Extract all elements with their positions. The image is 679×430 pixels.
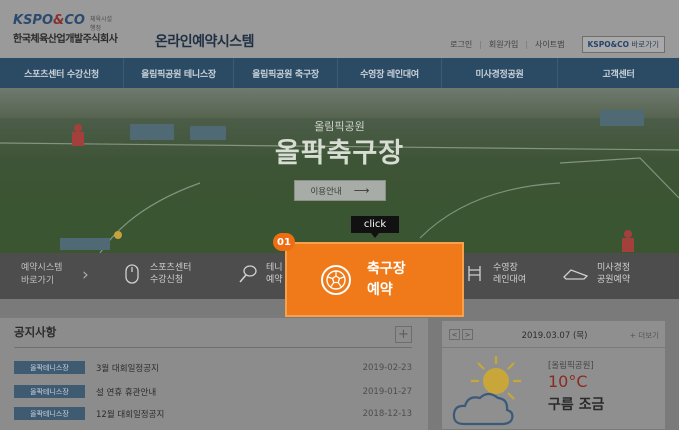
main-nav: 스포츠센터 수강신청 올림픽공원 테니스장 올림픽공원 축구장 수영장 레인대여… — [0, 58, 679, 88]
weather-location: [올림픽공원] — [548, 361, 594, 371]
nav-sports-center[interactable]: 스포츠센터 수강신청 — [0, 58, 124, 88]
utility-links: 로그인 | 회원가입 | 사이트맵 KSPO&CO 바로가기 — [443, 36, 665, 53]
notice-title: 공지사항 — [14, 325, 57, 339]
hero-title: 올팍축구장 — [274, 138, 405, 169]
kspo-shortcut-brand: KSPO&CO — [587, 40, 630, 49]
quickbar-intro-line2: 바로가기 — [21, 276, 55, 286]
notice-row-title: 12월 대회일정공지 — [96, 409, 165, 420]
hero-banner: 올림픽공원 올팍축구장 이용안내 ⟶ — [0, 88, 679, 253]
weather-header: < > 2019.03.07 (목) + 더보기 — [442, 321, 665, 348]
login-link[interactable]: 로그인 — [450, 39, 472, 50]
nav-tennis[interactable]: 올림픽공원 테니스장 — [124, 58, 234, 88]
util-separator: | — [479, 40, 482, 49]
soccer-field-illustration — [0, 110, 679, 253]
notice-row-date: 2019-02-23 — [362, 362, 412, 373]
arrow-right-icon: ⟶ — [353, 184, 370, 197]
soccer-ball-icon — [321, 264, 351, 295]
weather-condition: 구름 조금 — [548, 397, 605, 413]
nav-misa[interactable]: 미사경정공원 — [442, 58, 558, 88]
soccer-reservation-label-line2: 예약 — [367, 281, 393, 298]
quickbar-intro: 예약시스템 바로가기 — [21, 262, 62, 288]
usage-guide-button[interactable]: 이용안내 ⟶ — [294, 180, 386, 201]
logo-amp: & — [53, 13, 65, 28]
step-badge: 01 — [273, 233, 295, 251]
notice-tag: 올팍테니스장 — [14, 407, 85, 420]
mouse-icon — [122, 263, 142, 285]
notice-panel: 공지사항 + 올팍테니스장 3월 대회일정공지 2019-02-23 올팍테니스… — [0, 318, 428, 430]
weather-more-link[interactable]: + 더보기 — [630, 330, 659, 341]
soccer-reservation-label-line1: 축구장 — [367, 260, 406, 277]
quickbar-intro-line1: 예약시스템 — [21, 263, 63, 273]
quick-item-label-line2: 공원예약 — [597, 275, 631, 285]
notice-row[interactable]: 올팍테니스장 12월 대회일정공지 2018-12-13 — [14, 406, 412, 421]
usage-guide-label: 이용안내 — [310, 186, 342, 197]
util-separator: | — [525, 40, 529, 49]
notice-row[interactable]: 올팍테니스장 설 연휴 휴관안내 2019-01-27 — [14, 384, 412, 399]
notice-row[interactable]: 올팍테니스장 3월 대회일정공지 2019-02-23 — [14, 360, 412, 375]
tennis-racket-icon — [238, 263, 258, 285]
weather-temperature: 10°C — [548, 372, 588, 391]
notice-row-title: 3월 대회일정공지 — [96, 363, 159, 374]
site-title[interactable]: 온라인예약시스템 — [155, 31, 255, 51]
boat-icon — [563, 263, 589, 285]
weather-panel: < > 2019.03.07 (목) + 더보기 [올림픽공원] 10°C 구름… — [441, 320, 666, 430]
soccer-reservation-button[interactable]: 축구장 예약 — [285, 242, 464, 317]
quick-item-label-line1: 스포츠센터 — [150, 263, 192, 273]
notice-more-button[interactable]: + — [395, 326, 412, 343]
sun-cloud-icon — [450, 352, 530, 430]
notice-row-title: 설 연휴 휴관안내 — [96, 387, 157, 398]
nav-soccer[interactable]: 올림픽공원 축구장 — [234, 58, 338, 88]
quick-item-label-line1: 미사경정 — [597, 263, 631, 273]
kspo-shortcut-button[interactable]: KSPO&CO 바로가기 — [581, 36, 665, 53]
company-name: 한국체육산업개발주식회사 — [13, 34, 118, 45]
notice-tag: 올팍테니스장 — [14, 361, 85, 374]
notice-row-date: 2018-12-13 — [362, 408, 412, 419]
signup-link[interactable]: 회원가입 — [489, 39, 518, 50]
quick-item-label-line2: 레인대여 — [493, 275, 527, 285]
logo-subtitle: 체육시설행정 — [90, 16, 113, 32]
quick-item-sports-center[interactable]: 스포츠센터 수강신청 — [122, 262, 191, 286]
quick-item-tennis[interactable]: 테니 예약 — [238, 262, 283, 286]
nav-customer-center[interactable]: 고객센터 — [558, 58, 679, 88]
notice-row-date: 2019-01-27 — [362, 386, 412, 397]
quick-item-label-line1: 테니 — [266, 263, 283, 273]
quick-item-misa[interactable]: 미사경정 공원예약 — [563, 262, 630, 286]
quick-item-label-line2: 예약 — [266, 275, 283, 285]
nav-swimming[interactable]: 수영장 레인대여 — [338, 58, 442, 88]
logo-co-text: CO — [64, 13, 85, 28]
click-tooltip: click — [351, 216, 399, 238]
quick-item-label-line1: 수영장 — [493, 263, 518, 273]
notice-divider — [14, 347, 412, 348]
notice-tag: 올팍테니스장 — [14, 385, 85, 398]
quick-item-swimming[interactable]: 수영장 레인대여 — [465, 262, 526, 286]
kspo-logo[interactable]: KSPO&CO 체육시설행정 한국체육산업개발주식회사 — [13, 13, 118, 45]
site-header: KSPO&CO 체육시설행정 한국체육산업개발주식회사 온라인예약시스템 로그인… — [0, 0, 679, 58]
kspo-shortcut-label: 바로가기 — [629, 40, 659, 49]
sitemap-link[interactable]: 사이트맵 — [535, 39, 564, 50]
chevron-right-icon: › — [82, 265, 89, 285]
quick-item-label-line2: 수강신청 — [150, 275, 184, 285]
swimming-icon — [465, 263, 485, 285]
logo-kspo-text: KSPO — [13, 13, 54, 28]
